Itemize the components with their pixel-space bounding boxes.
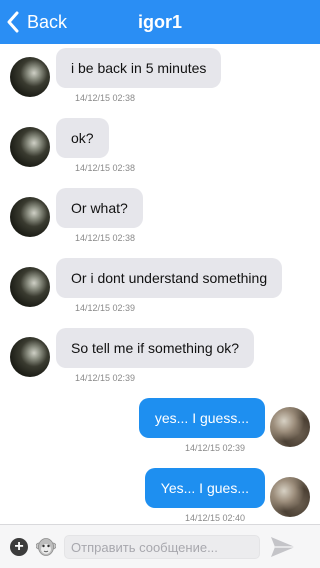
message-input[interactable] [64, 535, 260, 559]
back-button[interactable]: Back [6, 0, 67, 44]
incoming-message-bubble[interactable]: Or what? [56, 188, 143, 228]
contact-avatar[interactable] [10, 127, 50, 167]
message-timestamp: 14/12/15 02:39 [75, 303, 136, 313]
navigation-bar: Back igor1 [0, 0, 320, 44]
plus-circle-icon[interactable]: + [10, 538, 28, 556]
contact-avatar[interactable] [10, 197, 50, 237]
incoming-message-bubble[interactable]: ok? [56, 118, 109, 158]
message-timestamp: 14/12/15 02:38 [75, 163, 136, 173]
message-composer: + [0, 524, 320, 568]
message-timestamp: 14/12/15 02:40 [184, 513, 245, 523]
contact-avatar[interactable] [10, 57, 50, 97]
incoming-message-bubble[interactable]: So tell me if something ok? [56, 328, 255, 368]
message-timestamp: 14/12/15 02:39 [184, 443, 245, 453]
chevron-left-icon [7, 11, 19, 33]
incoming-message-bubble[interactable]: Or i dont understand something [56, 258, 283, 298]
paper-plane-icon[interactable] [269, 535, 297, 559]
message-timestamp: 14/12/15 02:38 [75, 233, 136, 243]
my-avatar[interactable] [270, 477, 310, 517]
message-timestamp: 14/12/15 02:39 [75, 373, 136, 383]
incoming-message-bubble[interactable]: i be back in 5 minutes [56, 48, 222, 88]
monkey-emoji-icon[interactable] [36, 536, 56, 558]
outgoing-message-bubble[interactable]: Yes... I gues... [144, 468, 265, 508]
contact-avatar[interactable] [10, 337, 50, 377]
my-avatar[interactable] [270, 407, 310, 447]
back-label: Back [27, 11, 68, 32]
outgoing-message-bubble[interactable]: yes... I guess... [138, 398, 265, 438]
message-list[interactable]: i be back in 5 minutes 14/12/15 02:38 ok… [0, 44, 320, 524]
message-timestamp: 14/12/15 02:38 [75, 93, 136, 103]
contact-avatar[interactable] [10, 267, 50, 307]
